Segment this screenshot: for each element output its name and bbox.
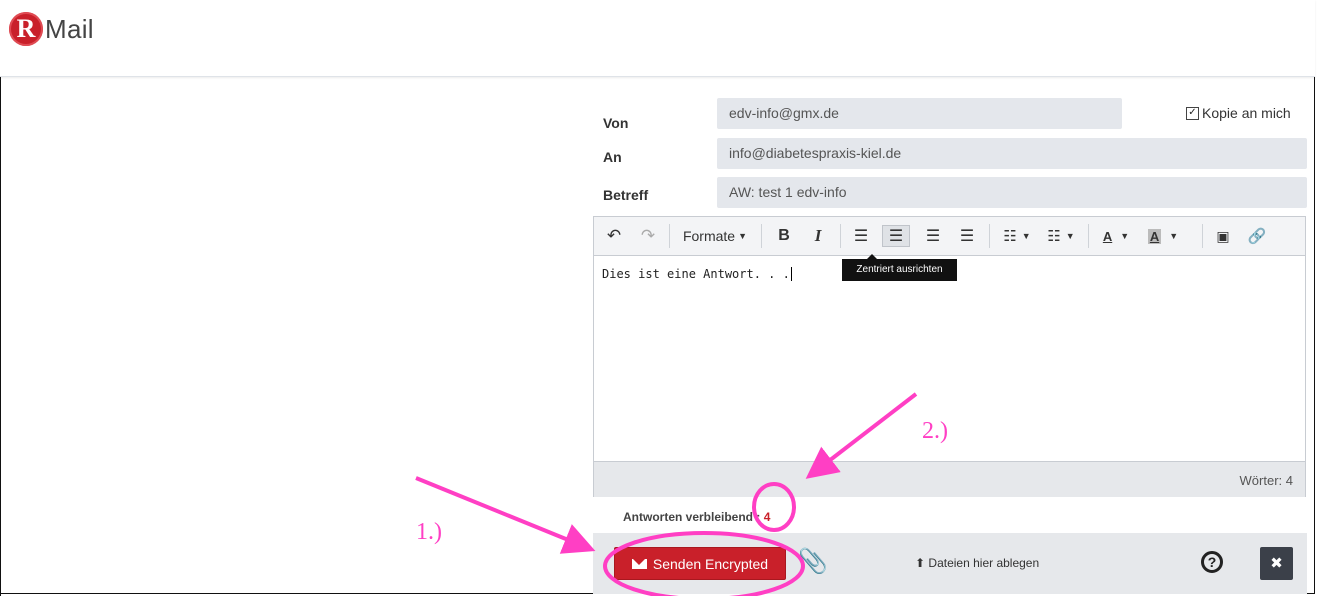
annotation-circle-send	[603, 531, 805, 596]
annotation-overlay	[415, 392, 918, 596]
annotation-arrow-2	[805, 392, 918, 479]
annotation-circle-count	[752, 482, 796, 532]
annotation-arrow-1	[415, 476, 596, 554]
